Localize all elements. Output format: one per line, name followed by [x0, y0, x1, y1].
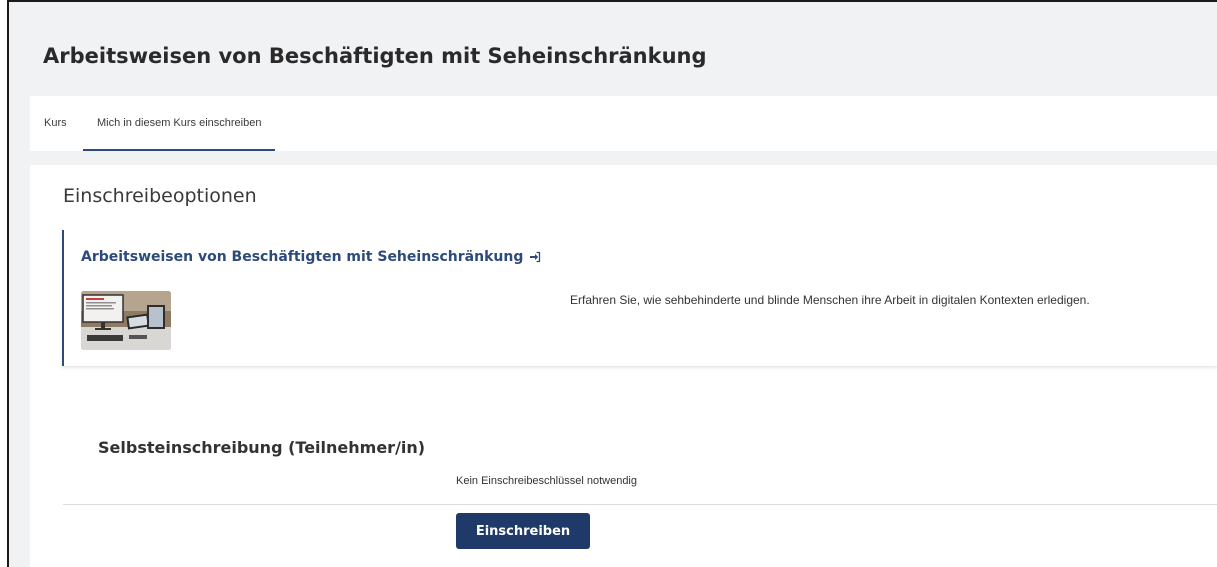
course-card: Arbeitsweisen von Beschäftigten mit Sehe… — [62, 230, 1217, 366]
course-title-link[interactable]: Arbeitsweisen von Beschäftigten mit Sehe… — [81, 249, 541, 265]
tab-kurs[interactable]: Kurs — [44, 96, 67, 151]
course-title-text: Arbeitsweisen von Beschäftigten mit Sehe… — [81, 249, 524, 265]
enrol-button[interactable]: Einschreiben — [456, 513, 590, 549]
secondary-navigation: Kurs Mich in diesem Kurs einschreiben — [30, 96, 1217, 151]
divider — [63, 504, 1217, 505]
course-image[interactable] — [81, 291, 171, 350]
tab-enrol-me[interactable]: Mich in diesem Kurs einschreiben — [83, 96, 276, 151]
main-content: Einschreibeoptionen Arbeitsweisen von Be… — [30, 165, 1217, 567]
enrol-self-icon — [529, 251, 541, 263]
course-summary: Erfahren Sie, wie sehbehinderte und blin… — [570, 293, 1090, 307]
page-header: Arbeitsweisen von Beschäftigten mit Sehe… — [9, 2, 1217, 96]
enrolment-key-note: Kein Einschreibeschlüssel notwendig — [456, 475, 637, 487]
page-title: Arbeitsweisen von Beschäftigten mit Sehe… — [43, 44, 707, 68]
self-enrolment-title: Selbsteinschreibung (Teilnehmer/in) — [98, 438, 426, 457]
enrolment-options-heading: Einschreibeoptionen — [63, 185, 257, 207]
page-frame: Arbeitsweisen von Beschäftigten mit Sehe… — [7, 0, 1217, 567]
